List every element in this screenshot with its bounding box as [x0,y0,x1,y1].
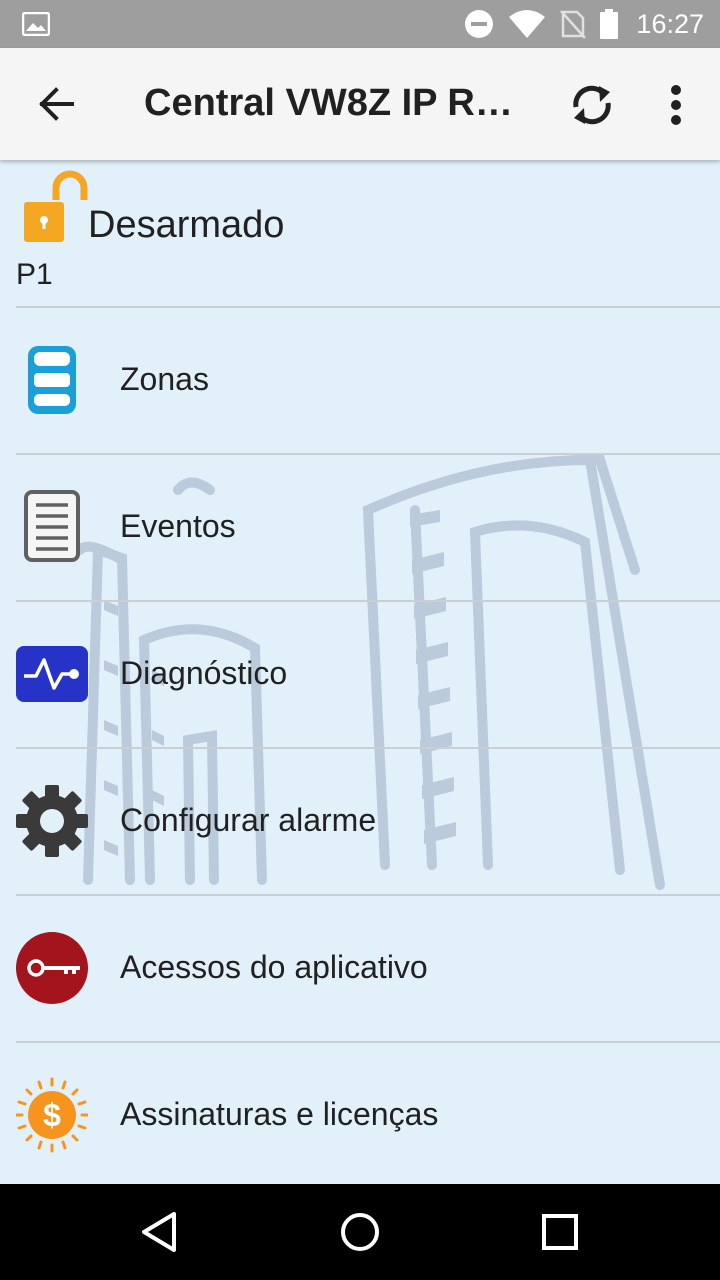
back-triangle-icon[interactable] [136,1208,184,1256]
battery-icon [600,9,619,39]
menu-item-label: Assinaturas e licenças [120,1096,439,1132]
menu-item-configurar-alarme[interactable]: Configurar alarme [16,747,720,894]
system-nav-bar [0,1184,720,1280]
home-circle-icon[interactable] [336,1208,384,1256]
menu-item-assinaturas-e-licencas[interactable]: $ Assinaturas e licenças [16,1041,720,1184]
arrow-back-icon[interactable] [28,78,84,130]
clock: 16:27 [636,8,704,39]
menu-item-label: Acessos do aplicativo [120,949,428,985]
dollar-sun-icon: $ [16,1077,88,1153]
gear-icon [16,785,88,857]
menu-item-label: Eventos [120,508,236,544]
zones-cylinder-icon [28,346,76,414]
unlocked-padlock-icon [24,170,88,242]
content-area: Desarmado P1 Zonas Eventos Diagnóstico C… [0,160,720,1184]
wifi-icon [509,10,546,38]
no-sim-icon [560,10,587,39]
diagnostic-pulse-icon [16,646,88,702]
menu-item-label: Diagnóstico [120,655,288,691]
svg-text:$: $ [43,1097,61,1133]
gallery-icon [22,12,50,36]
partition-label: P1 [16,258,53,291]
app-bar: Central VW8Z IP RF... [0,48,720,160]
main-menu: Zonas Eventos Diagnóstico Configurar ala… [0,306,720,1184]
more-vert-icon[interactable] [656,80,696,130]
page-title: Central VW8Z IP RF... [144,82,524,124]
menu-item-label: Configurar alarme [120,802,377,838]
alarm-status: Desarmado P1 [0,160,720,306]
sync-icon[interactable] [566,80,618,130]
status-bar: 16:27 [0,0,720,48]
do-not-disturb-icon [465,10,494,38]
recents-square-icon[interactable] [536,1208,584,1256]
alarm-state-label: Desarmado [88,204,285,246]
menu-item-acessos-do-aplicativo[interactable]: Acessos do aplicativo [16,894,720,1041]
menu-item-label: Zonas [120,361,209,397]
menu-item-diagnostico[interactable]: Diagnóstico [16,600,720,747]
status-icons: 16:27 [464,0,704,48]
key-icon [16,932,88,1004]
events-document-icon [24,490,80,562]
menu-item-zonas[interactable]: Zonas [16,306,720,453]
menu-item-eventos[interactable]: Eventos [16,453,720,600]
